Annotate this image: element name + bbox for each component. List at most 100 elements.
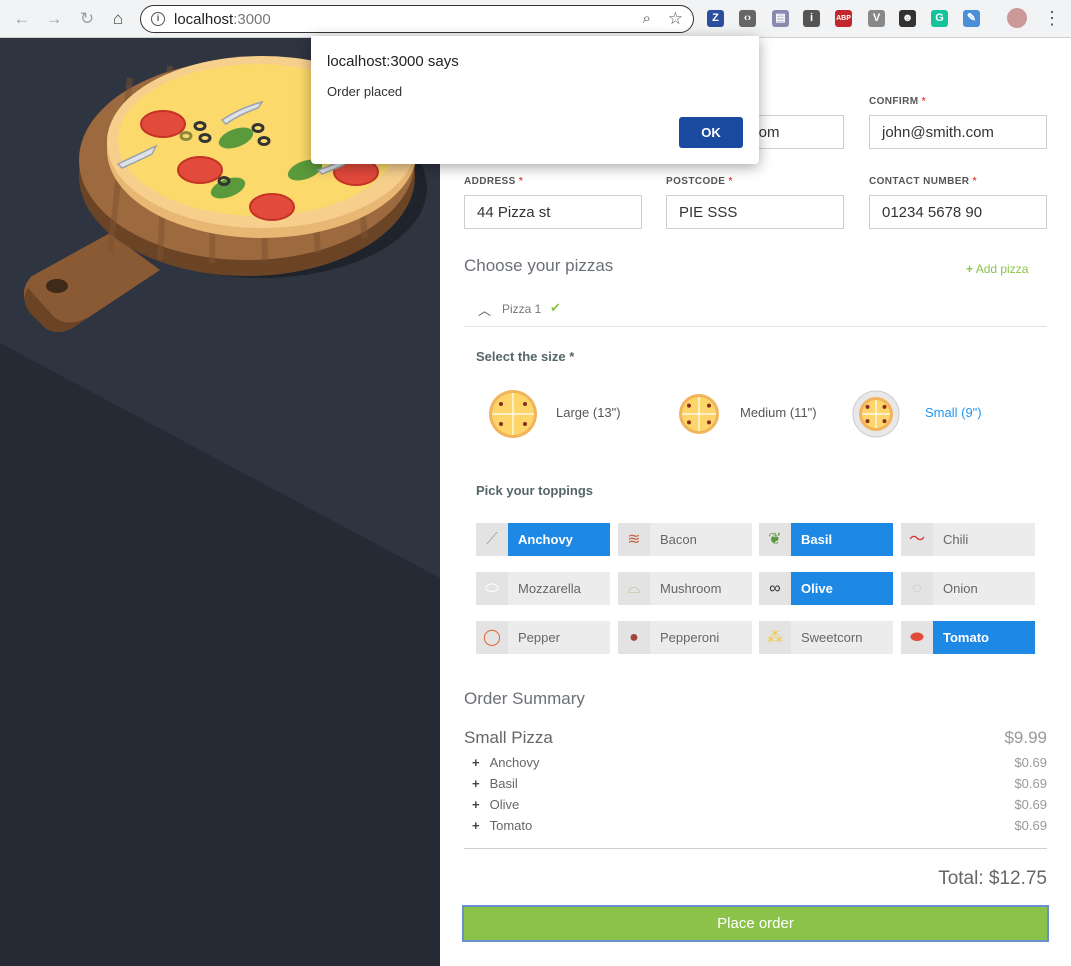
topping-label: Mozzarella [518,581,581,596]
order-summary-title: Order Summary [464,689,585,708]
url-text: localhost:3000 [174,11,271,28]
confirm-email-field[interactable]: john@smith.com [869,115,1047,149]
anchovy-icon: ⟋ [476,523,508,556]
topping-chili[interactable]: 〜 Chili [901,523,1035,556]
topping-label: Bacon [660,532,697,547]
pizza-size-icon [679,394,719,434]
extra-price: $0.69 [1014,755,1047,770]
bookmark-star-icon[interactable]: ☆ [668,9,683,29]
site-info-icon[interactable]: i [151,12,165,26]
mushroom-icon: ⌓ [618,572,650,605]
dialog-ok-button[interactable]: OK [679,117,743,148]
postcode-label: POSTCODE * [666,176,733,187]
pepperoni-icon: ● [618,621,650,654]
topping-bacon[interactable]: ≋ Bacon [618,523,752,556]
topping-label: Tomato [943,630,989,645]
feather-icon[interactable]: ✎ [963,10,980,27]
page-icon[interactable]: ▤ [772,10,789,27]
postcode-field[interactable]: PIE SSS [666,195,844,229]
topping-anchovy[interactable]: ⟋ Anchovy [476,523,610,556]
vue-icon[interactable]: V [868,10,885,27]
topping-label: Onion [943,581,978,596]
basil-icon: ❦ [759,523,791,556]
add-pizza-button[interactable]: + Add pizza [966,262,1028,276]
chevron-up-icon[interactable]: ︿ [478,300,491,319]
extra-label: Tomato [489,818,533,833]
topping-mozzarella[interactable]: ⬭ Mozzarella [476,572,610,605]
topping-label: Sweetcorn [801,630,863,645]
extra-label: Anchovy [489,755,540,770]
size-option[interactable]: Large (13") [488,389,668,439]
spy-icon[interactable]: ☻ [899,10,916,27]
topping-label: Mushroom [660,581,722,596]
contact-number-field[interactable]: 01234 5678 90 [869,195,1047,229]
extra-price: $0.69 [1014,776,1047,791]
size-label: Large (13") [556,405,621,420]
bacon-icon: ≋ [618,523,650,556]
confirm-label: CONFIRM * [869,96,926,107]
adblock-icon[interactable]: ABP [835,10,852,27]
size-option[interactable]: Small (9") [851,389,1031,439]
address-field[interactable]: 44 Pizza st [464,195,642,229]
plus-icon: + [966,262,974,276]
pizza-size-icon [852,390,900,438]
address-bar[interactable]: i localhost:3000 ⌕ ☆ [140,5,694,33]
plus-icon: + [472,755,480,770]
alert-dialog: localhost:3000 says Order placed OK [311,36,759,164]
back-arrow-icon[interactable]: ← [12,9,32,29]
zoom-icon[interactable]: ⌕ [643,10,651,27]
summary-extra: + Tomato [472,818,532,833]
plus-icon: + [472,776,480,791]
topping-label: Pepperoni [660,630,720,645]
pizza-board-illustration [0,38,440,966]
onion-icon: ◌ [901,572,933,605]
summary-item-price: $9.99 [1004,728,1047,747]
place-order-button[interactable]: Place order [462,905,1049,942]
size-label: Medium (11") [740,405,817,420]
topping-basil[interactable]: ❦ Basil [759,523,893,556]
olive-icon: ∞ [759,572,791,605]
tab-pizza-1[interactable]: ︿ Pizza 1 ✔ [464,296,1047,327]
size-option[interactable]: Medium (11") [674,389,854,439]
topping-label: Olive [801,581,833,596]
topping-mushroom[interactable]: ⌓ Mushroom [618,572,752,605]
mozzarella-icon: ⬭ [476,572,508,605]
sweetcorn-icon: ⁂ [759,621,791,654]
forward-arrow-icon[interactable]: → [44,9,64,29]
summary-extra: + Olive [472,797,519,812]
topping-pepperoni[interactable]: ● Pepperoni [618,621,752,654]
info-circle-icon[interactable]: i [803,10,820,27]
chili-icon: 〜 [901,523,933,556]
pepper-icon: ◯ [476,621,508,654]
choose-pizzas-title: Choose your pizzas [464,256,614,275]
toppings-title: Pick your toppings [476,483,594,498]
code-icon[interactable]: ‹› [739,10,756,27]
topping-sweetcorn[interactable]: ⁂ Sweetcorn [759,621,893,654]
contact-number-label: CONTACT NUMBER * [869,176,977,187]
reload-icon[interactable]: ↻ [77,9,97,29]
browser-toolbar: ← → ↻ ⌂ i localhost:3000 ⌕ ☆ Z ‹› ▤ i ABP V ☻ G… [0,0,1071,38]
address-label: ADDRESS * [464,176,524,187]
zotero-icon[interactable]: Z [707,10,724,27]
home-icon[interactable]: ⌂ [108,9,128,29]
order-total: Total: $12.75 [938,868,1047,889]
tomato-icon: ⬬ [901,621,933,654]
summary-extra: + Basil [472,776,518,791]
grammarly-icon[interactable]: G [931,10,948,27]
dialog-title: localhost:3000 says [327,53,459,70]
plus-icon: + [472,818,480,833]
dialog-message: Order placed [327,84,403,99]
topping-label: Pepper [518,630,560,645]
summary-item-label: Small Pizza [464,728,553,747]
topping-olive[interactable]: ∞ Olive [759,572,893,605]
extra-label: Olive [489,797,520,812]
summary-divider [464,848,1047,849]
topping-label: Basil [801,532,833,547]
summary-extra: + Anchovy [472,755,539,770]
browser-menu-icon[interactable]: ⋮ [1043,8,1061,28]
profile-avatar[interactable] [1007,8,1027,28]
topping-pepper[interactable]: ◯ Pepper [476,621,610,654]
topping-onion[interactable]: ◌ Onion [901,572,1035,605]
topping-tomato[interactable]: ⬬ Tomato [901,621,1035,654]
size-label: Small (9") [925,405,982,420]
